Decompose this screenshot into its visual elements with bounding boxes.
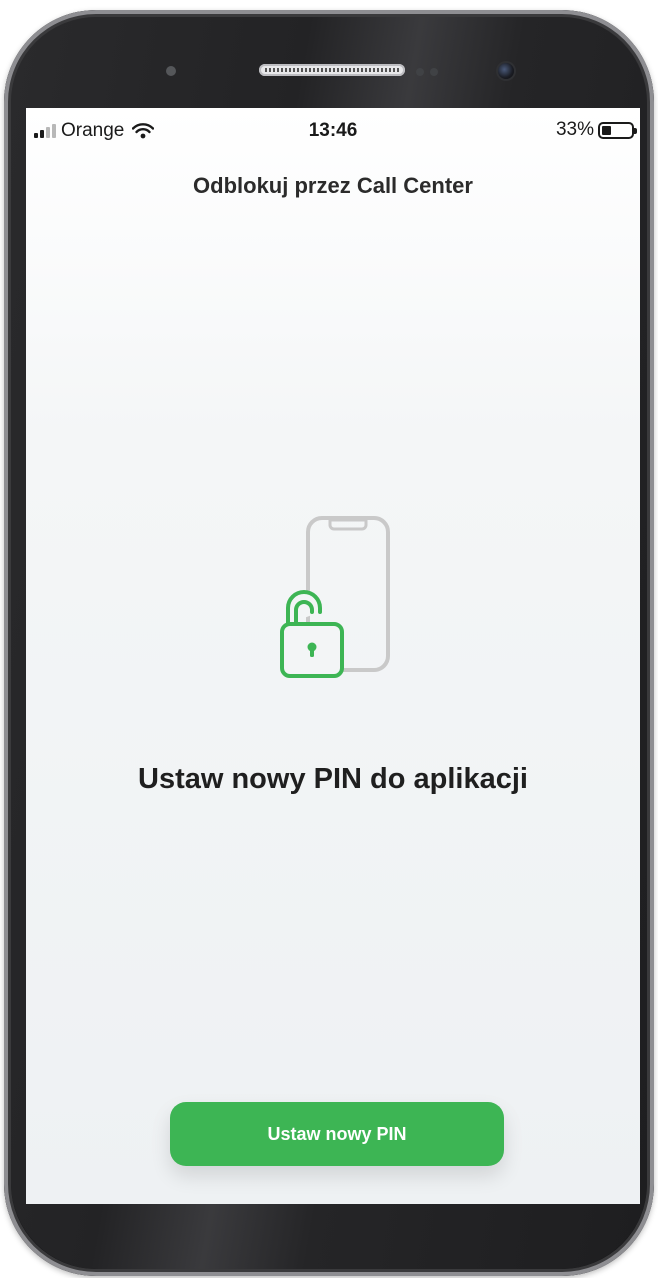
status-right: 33%: [555, 119, 637, 141]
app-screen: Orange 13:46 33% Odblokuj przez Call Cen…: [26, 108, 640, 1204]
ambient-sensor: [416, 68, 424, 76]
proximity-sensor: [166, 66, 176, 76]
battery-fill: [602, 125, 611, 135]
front-camera: [498, 63, 514, 79]
battery-percentage: 33%: [555, 119, 594, 140]
page-title: Odblokuj przez Call Center: [193, 173, 473, 198]
ambient-sensor-2: [430, 68, 438, 76]
status-time: 13:46: [308, 120, 358, 141]
set-new-pin-button[interactable]: Ustaw nowy PIN: [170, 1102, 504, 1166]
set-new-pin-button-label: Ustaw nowy PIN: [267, 1123, 407, 1144]
unlocked-padlock-phone-icon: [280, 516, 390, 678]
battery-icon: [598, 121, 637, 139]
status-bar: Orange 13:46 33%: [26, 108, 640, 154]
main-message: Ustaw nowy PIN do aplikacji: [138, 763, 528, 795]
earpiece-speaker: [259, 64, 405, 76]
phone-frame: Orange 13:46 33% Odblokuj przez Call Cen…: [4, 10, 654, 1276]
